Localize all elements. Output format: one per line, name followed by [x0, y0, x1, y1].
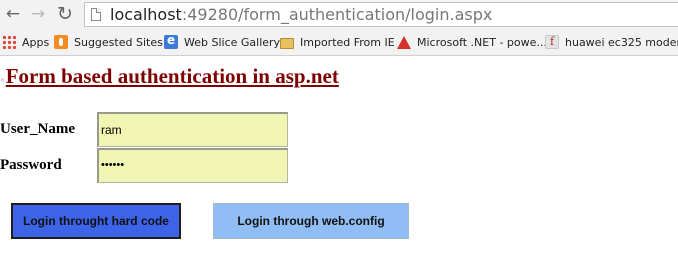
- forward-icon[interactable]: →: [27, 3, 49, 25]
- address-bar[interactable]: localhost:49280/form_authentication/logi…: [84, 2, 678, 27]
- suggested-sites-icon: [54, 35, 68, 49]
- bookmark-label: huawei ec325 modem ...: [565, 35, 678, 49]
- username-label: User_Name: [0, 121, 75, 137]
- bookmark-label: Microsoft .NET - powe...: [417, 35, 547, 49]
- bookmark-label: Apps: [22, 35, 50, 49]
- username-input[interactable]: [97, 112, 288, 147]
- bookmark-label: Suggested Sites: [74, 35, 163, 49]
- apps-grid-icon: [2, 35, 16, 49]
- bookmark-huawei-modem[interactable]: huawei ec325 modem ...: [545, 32, 678, 52]
- reload-icon[interactable]: ↻: [54, 3, 76, 25]
- bookmark-label: Imported From IE: [300, 35, 395, 49]
- bookmark-web-slice-gallery[interactable]: Web Slice Gallery: [164, 32, 280, 52]
- back-icon[interactable]: ←: [2, 3, 24, 25]
- browser-toolbar: ← → ↻ localhost:49280/form_authenticatio…: [0, 0, 678, 29]
- url-host: localhost: [110, 5, 182, 24]
- url-text[interactable]: localhost:49280/form_authentication/logi…: [110, 5, 492, 25]
- login-hardcode-button[interactable]: Login throught hard code: [11, 203, 181, 239]
- page-title: Form based authentication in asp.net: [5, 64, 339, 88]
- password-input[interactable]: ••••••: [97, 148, 288, 183]
- bookmarks-bar: Apps Suggested Sites Web Slice Gallery I…: [0, 29, 678, 56]
- bookmark-imported-from-ie[interactable]: Imported From IE: [280, 32, 395, 52]
- bookmark-apps[interactable]: Apps: [2, 32, 49, 52]
- bullet-icon: ◦: [0, 76, 5, 85]
- folder-icon: [280, 37, 294, 49]
- page-heading: ◦ Form based authentication in asp.net: [0, 64, 339, 89]
- password-label: Password: [0, 157, 62, 173]
- bookmark-suggested-sites[interactable]: Suggested Sites: [54, 32, 163, 52]
- microsoft-icon: [397, 35, 411, 49]
- ie-icon: [164, 33, 178, 49]
- url-path: :49280/form_authentication/login.aspx: [181, 5, 493, 24]
- login-webconfig-button[interactable]: Login through web.config: [213, 203, 409, 239]
- page-icon: [91, 8, 101, 21]
- bookmark-microsoft-net[interactable]: Microsoft .NET - powe...: [397, 32, 547, 52]
- f-favicon-icon: [545, 35, 559, 49]
- bookmark-label: Web Slice Gallery: [184, 35, 281, 49]
